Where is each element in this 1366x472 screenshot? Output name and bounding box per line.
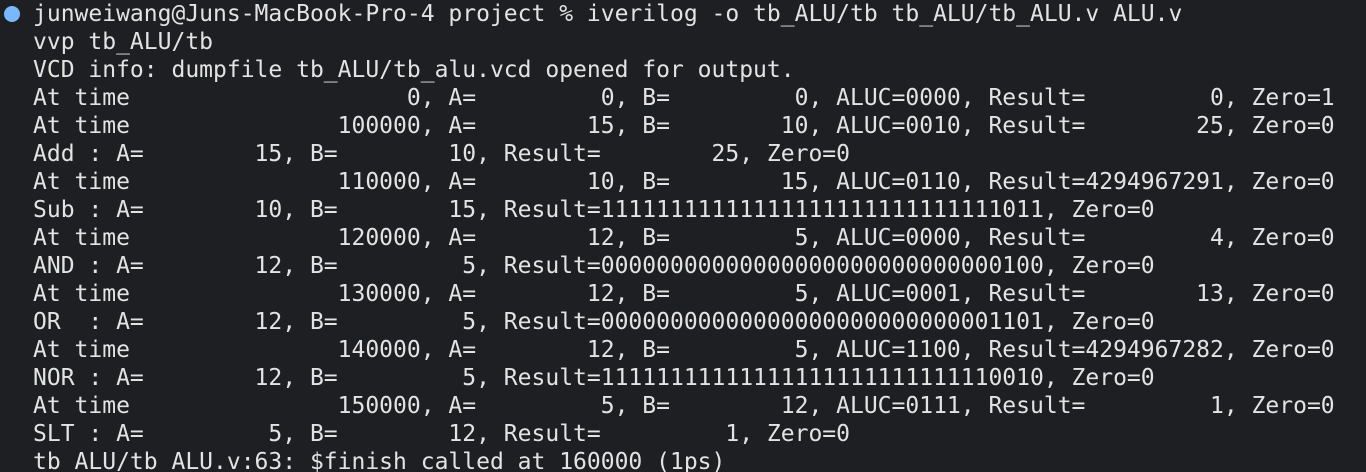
prompt-status-dot-icon: [4, 6, 20, 22]
output-line: VCD info: dumpfile tb_ALU/tb_alu.vcd ope…: [33, 57, 795, 83]
output-line: vvp tb_ALU/tb: [33, 29, 214, 55]
output-line: tb_ALU/tb_ALU.v:63: $finish called at 16…: [33, 449, 726, 472]
output-line: OR : A= 12, B= 5, Result=000000000000000…: [33, 309, 1155, 335]
terminal-window[interactable]: junweiwang@Juns-MacBook-Pro-4 project % …: [0, 0, 1366, 472]
output-line: Add : A= 15, B= 10, Result= 25, Zero=0: [33, 141, 850, 167]
output-line: At time 110000, A= 10, B= 15, ALUC=0110,…: [33, 169, 1335, 195]
output-line: At time 120000, A= 12, B= 5, ALUC=0000, …: [33, 225, 1335, 251]
output-line: At time 140000, A= 12, B= 5, ALUC=1100, …: [33, 337, 1335, 363]
output-line: AND : A= 12, B= 5, Result=00000000000000…: [33, 253, 1155, 279]
output-line: At time 150000, A= 5, B= 12, ALUC=0111, …: [33, 393, 1335, 419]
output-line: NOR : A= 12, B= 5, Result=11111111111111…: [33, 365, 1155, 391]
output-line: SLT : A= 5, B= 12, Result= 1, Zero=0: [33, 421, 850, 447]
output-line: At time 0, A= 0, B= 0, ALUC=0000, Result…: [33, 85, 1335, 111]
command-line[interactable]: junweiwang@Juns-MacBook-Pro-4 project % …: [33, 0, 1363, 28]
output-line: Sub : A= 10, B= 15, Result=1111111111111…: [33, 197, 1155, 223]
terminal-output[interactable]: junweiwang@Juns-MacBook-Pro-4 project % …: [33, 0, 1363, 472]
output-line: At time 130000, A= 12, B= 5, ALUC=0001, …: [33, 281, 1335, 307]
output-line: At time 100000, A= 15, B= 10, ALUC=0010,…: [33, 113, 1335, 139]
